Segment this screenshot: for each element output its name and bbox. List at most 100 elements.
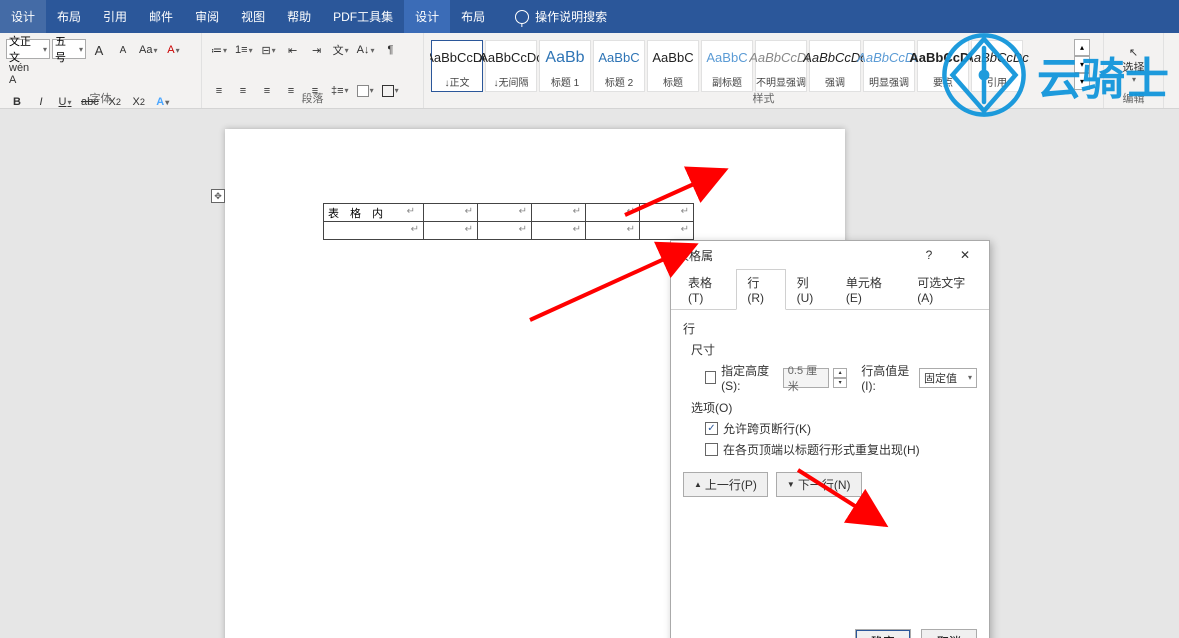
cancel-button[interactable]: 取消 [921, 629, 977, 638]
tab-row[interactable]: 行(R) [736, 269, 785, 310]
table-cell[interactable]: ↵ [532, 204, 586, 222]
ribbon-group-paragraph: ≔ 1≡ ⊟ ⇤ ⇥ 文 A↓ ¶ ≡ ≡ ≡ ≡ ≡ ‡≡ 段落 [202, 33, 424, 108]
dialog-body: 行 尺寸 指定高度(S): 0.5 厘米 ▴ ▾ 行高值是(I): 固定值▾ 选… [671, 310, 989, 505]
table-cell[interactable]: ↵ [478, 222, 532, 240]
table-cell[interactable]: ↵ [424, 222, 478, 240]
paragraph-group-label: 段落 [202, 90, 423, 106]
height-is-label: 行高值是(I): [861, 362, 913, 393]
clear-formatting-button[interactable]: A [162, 39, 184, 61]
styles-expand[interactable]: ▾ [1074, 73, 1090, 90]
tab-alt-text[interactable]: 可选文字(A) [906, 269, 989, 310]
style-heading1[interactable]: AaBb标题 1 [539, 40, 591, 92]
change-case-button[interactable]: Aa [136, 39, 160, 61]
style-title[interactable]: AaBbC标题 [647, 40, 699, 92]
specify-height-checkbox[interactable] [705, 371, 716, 384]
repeat-header-label: 在各页顶端以标题行形式重复出现(H) [723, 441, 920, 458]
menu-bar: 设计 布局 引用 邮件 审阅 视图 帮助 PDF工具集 设计 布局 操作说明搜索 [0, 0, 1179, 33]
style-subtle-emphasis[interactable]: AaBbCcDc不明显强调 [755, 40, 807, 92]
document-canvas[interactable]: ✥ 表 格 内↵ ↵ ↵ ↵ ↵ ↵ ↵ ↵ ↵ ↵ ↵ ↵ 表格属 ? [0, 109, 1179, 638]
dialog-close-button[interactable]: ✕ [947, 241, 983, 269]
table-cell[interactable]: ↵ [532, 222, 586, 240]
table-cell[interactable]: ↵ [324, 222, 424, 240]
tab-column[interactable]: 列(U) [786, 269, 835, 310]
menu-table-layout[interactable]: 布局 [450, 0, 496, 33]
ribbon-group-editing: ↖ 选择 编辑 [1104, 33, 1164, 108]
select-label: 选择 [1123, 59, 1145, 75]
tell-me-search[interactable]: 操作说明搜索 [504, 0, 618, 33]
ok-button[interactable]: 确定 [855, 629, 911, 638]
tell-me-label: 操作说明搜索 [535, 8, 607, 25]
section-size-label: 尺寸 [691, 341, 977, 358]
grow-font-button[interactable]: A [88, 39, 110, 61]
menu-help[interactable]: 帮助 [276, 0, 322, 33]
increase-indent-button[interactable]: ⇥ [306, 39, 328, 61]
tab-cell[interactable]: 单元格(E) [835, 269, 906, 310]
next-row-button[interactable]: ▼下一行(N) [776, 472, 862, 497]
lightbulb-icon [515, 10, 529, 24]
styles-gallery[interactable]: AaBbCcDc↓正文 AaBbCcDc↓无间隔 AaBb标题 1 AaBbC标… [430, 39, 1070, 95]
table-cell[interactable]: ↵ [478, 204, 532, 222]
font-size-combo[interactable]: 五号▾ [52, 39, 86, 59]
styles-scroll-down[interactable]: ▾ [1074, 56, 1090, 73]
style-normal[interactable]: AaBbCcDc↓正文 [431, 40, 483, 92]
dialog-help-button[interactable]: ? [911, 241, 947, 269]
menu-review[interactable]: 审阅 [184, 0, 230, 33]
decrease-indent-button[interactable]: ⇤ [282, 39, 304, 61]
shrink-font-button[interactable]: A [112, 39, 134, 61]
menu-references[interactable]: 引用 [92, 0, 138, 33]
section-row-label: 行 [683, 320, 977, 337]
repeat-header-checkbox[interactable] [705, 443, 718, 456]
bullets-button[interactable]: ≔ [208, 39, 230, 61]
dialog-footer: 确定 取消 [855, 629, 977, 638]
ribbon-group-font: 文正文▾ 五号▾ A A Aa A wénA B I U abc X2 X2 A… [0, 33, 202, 108]
font-group-label: 字体 [0, 90, 201, 106]
row-height-input[interactable]: 0.5 厘米 [783, 368, 829, 388]
tab-table[interactable]: 表格(T) [677, 269, 736, 310]
table-move-handle[interactable]: ✥ [211, 189, 225, 203]
previous-row-button[interactable]: ▲上一行(P) [683, 472, 768, 497]
table-cell[interactable]: ↵ [640, 222, 694, 240]
table-properties-dialog: 表格属 ? ✕ 表格(T) 行(R) 列(U) 单元格(E) 可选文字(A) 行… [670, 240, 990, 638]
style-quote[interactable]: AaBbCcDc引用 [971, 40, 1023, 92]
table-cell[interactable]: ↵ [424, 204, 478, 222]
sort-button[interactable]: A↓ [354, 39, 378, 61]
menu-layout[interactable]: 布局 [46, 0, 92, 33]
table-cell[interactable]: ↵ [586, 204, 640, 222]
style-emphasis[interactable]: AaBbCcDc强调 [809, 40, 861, 92]
document-table[interactable]: 表 格 内↵ ↵ ↵ ↵ ↵ ↵ ↵ ↵ ↵ ↵ ↵ ↵ [323, 203, 694, 240]
ribbon: 文正文▾ 五号▾ A A Aa A wénA B I U abc X2 X2 A… [0, 33, 1179, 109]
numbering-button[interactable]: 1≡ [232, 39, 256, 61]
editing-group-label: 编辑 [1104, 90, 1163, 106]
menu-mailings[interactable]: 邮件 [138, 0, 184, 33]
phonetic-guide-button[interactable]: wénA [6, 63, 32, 85]
height-spin-down[interactable]: ▾ [833, 378, 847, 388]
dialog-tabs: 表格(T) 行(R) 列(U) 单元格(E) 可选文字(A) [671, 269, 989, 310]
style-no-spacing[interactable]: AaBbCcDc↓无间隔 [485, 40, 537, 92]
font-style-combo[interactable]: 文正文▾ [6, 39, 50, 59]
specify-height-label: 指定高度(S): [721, 362, 777, 393]
style-heading2[interactable]: AaBbC标题 2 [593, 40, 645, 92]
section-options-label: 选项(O) [691, 399, 977, 416]
asian-layout-button[interactable]: 文 [330, 39, 352, 61]
allow-break-label: 允许跨页断行(K) [723, 420, 811, 437]
style-strong[interactable]: AaBbCcDc要点 [917, 40, 969, 92]
allow-break-checkbox[interactable]: ✓ [705, 422, 718, 435]
show-marks-button[interactable]: ¶ [379, 39, 401, 61]
menu-table-design[interactable]: 设计 [404, 0, 450, 33]
table-cell[interactable]: ↵ [640, 204, 694, 222]
table-header-cell[interactable]: 表 格 内↵ [324, 204, 424, 222]
style-intense-emphasis[interactable]: AaBbCcDc明显强调 [863, 40, 915, 92]
menu-pdf-tools[interactable]: PDF工具集 [322, 0, 404, 33]
styles-gallery-scroll: ▴ ▾ ▾ [1074, 39, 1090, 90]
menu-view[interactable]: 视图 [230, 0, 276, 33]
height-mode-select[interactable]: 固定值▾ [919, 368, 977, 388]
style-subtitle[interactable]: AaBbC副标题 [701, 40, 753, 92]
cursor-icon: ↖ [1129, 46, 1138, 59]
multilevel-button[interactable]: ⊟ [258, 39, 280, 61]
styles-scroll-up[interactable]: ▴ [1074, 39, 1090, 56]
table-cell[interactable]: ↵ [586, 222, 640, 240]
height-spin-up[interactable]: ▴ [833, 368, 847, 378]
dialog-titlebar[interactable]: 表格属 ? ✕ [671, 241, 989, 269]
menu-design[interactable]: 设计 [0, 0, 46, 33]
select-button[interactable]: ↖ 选择 [1120, 39, 1148, 85]
